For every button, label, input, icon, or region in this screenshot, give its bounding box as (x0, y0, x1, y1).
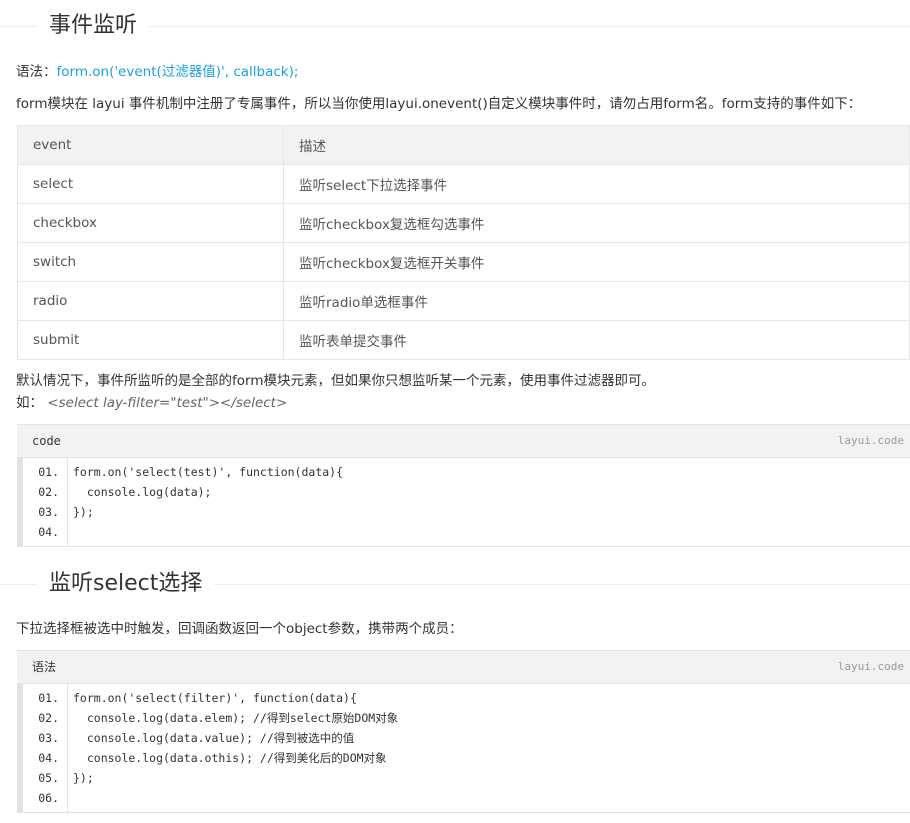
event-desc: 监听checkbox复选框勾选事件 (283, 203, 910, 243)
line-text (68, 525, 73, 539)
table-row: radio 监听radio单选框事件 (17, 281, 910, 321)
code-line: 05.}); (23, 768, 910, 788)
section-title: 事件监听 (37, 6, 150, 46)
table-header-desc: 描述 (283, 125, 910, 165)
code-block-2: 语法 layui.code 01. form.on('select(filter)… (17, 650, 910, 813)
code-block-1: code layui.code 01. form.on('select(test)… (17, 424, 910, 547)
syntax-code: form.on('event(过滤器值)', callback); (56, 64, 299, 80)
events-table: event 描述 select 监听select下拉选择事件 checkbox … (17, 125, 910, 360)
line-text: console.log(data.othis); //得到美化后的DOM对象 (73, 751, 387, 765)
event-name: switch (17, 242, 284, 282)
line-number: 01. (23, 462, 68, 482)
table-header-event: event (17, 125, 284, 165)
code-tag: layui.code (837, 660, 904, 673)
code-tag: layui.code (837, 434, 904, 447)
filter-note: 默认情况下，事件所监听的是全部的form模块元素，但如果你只想监听某一个元素，使… (16, 373, 655, 389)
line-number: 04. (23, 522, 68, 542)
line-text (68, 791, 73, 805)
code-line: 06. (23, 788, 910, 808)
code-line: 02. console.log(data); (23, 482, 910, 502)
table-row: switch 监听checkbox复选框开关事件 (17, 242, 910, 282)
line-text: }); (73, 505, 94, 519)
code-header: 语法 layui.code (17, 651, 910, 684)
example-prefix: 如： (16, 395, 43, 411)
event-name: select (17, 164, 284, 204)
line-text: console.log(data.value); //得到被选中的值 (73, 731, 355, 745)
event-desc: 监听表单提交事件 (283, 320, 910, 360)
line-number: 03. (23, 502, 68, 522)
line-text: console.log(data.elem); //得到select原始DOM对… (73, 711, 399, 725)
example-code: <select lay-filter="test"></select> (47, 395, 288, 411)
code-line: 03.}); (23, 502, 910, 522)
line-number: 05. (23, 768, 68, 788)
line-number: 06. (23, 788, 68, 808)
code-line: 02. console.log(data.elem); //得到select原始… (23, 708, 910, 728)
code-line: 01. form.on('select(filter)', function(da… (23, 688, 910, 708)
code-body[interactable]: 01. form.on('select(filter)', function(da… (17, 684, 910, 812)
code-line: 04. console.log(data.othis); //得到美化后的DOM… (23, 748, 910, 768)
syntax-line: 语法：form.on('event(过滤器值)', callback); (16, 61, 906, 83)
event-desc: 监听checkbox复选框开关事件 (283, 242, 910, 282)
line-number: 02. (23, 482, 68, 502)
code-header: code layui.code (17, 425, 910, 458)
table-row: submit 监听表单提交事件 (17, 320, 910, 360)
line-number: 02. (23, 708, 68, 728)
section-heading-events: 事件监听 (0, 6, 910, 46)
line-text: console.log(data); (73, 485, 212, 499)
code-line: 01. form.on('select(test)', function(data… (23, 462, 910, 482)
table-row: select 监听select下拉选择事件 (17, 164, 910, 204)
line-number: 03. (23, 728, 68, 748)
event-desc: 监听radio单选框事件 (283, 281, 910, 321)
line-number: 04. (23, 748, 68, 768)
code-title: 语法 (32, 660, 57, 674)
code-line: 04. (23, 522, 910, 542)
event-name: checkbox (17, 203, 284, 243)
table-row: checkbox 监听checkbox复选框勾选事件 (17, 203, 910, 243)
line-text: form.on('select(filter)', function(data)… (73, 691, 357, 705)
line-number: 01. (23, 688, 68, 708)
code-body[interactable]: 01. form.on('select(test)', function(data… (17, 458, 910, 546)
code-line: 03. console.log(data.value); //得到被选中的值 (23, 728, 910, 748)
section-title: 监听select选择 (37, 564, 215, 604)
event-desc: 监听select下拉选择事件 (283, 164, 910, 204)
table-header-row: event 描述 (17, 125, 910, 165)
intro-text: form模块在 layui 事件机制中注册了专属事件，所以当你使用layui.o… (16, 96, 862, 112)
line-text: }); (73, 771, 94, 785)
event-name: radio (17, 281, 284, 321)
event-name: submit (17, 320, 284, 360)
line-text: form.on('select(test)', function(data){ (73, 465, 344, 479)
section-heading-select: 监听select选择 (0, 564, 910, 604)
select-desc: 下拉选择框被选中时触发，回调函数返回一个object参数，携带两个成员： (16, 621, 463, 637)
syntax-label: 语法： (16, 64, 57, 80)
code-title: code (32, 434, 61, 448)
filter-example: 如： <select lay-filter="test"></select> (16, 392, 906, 414)
